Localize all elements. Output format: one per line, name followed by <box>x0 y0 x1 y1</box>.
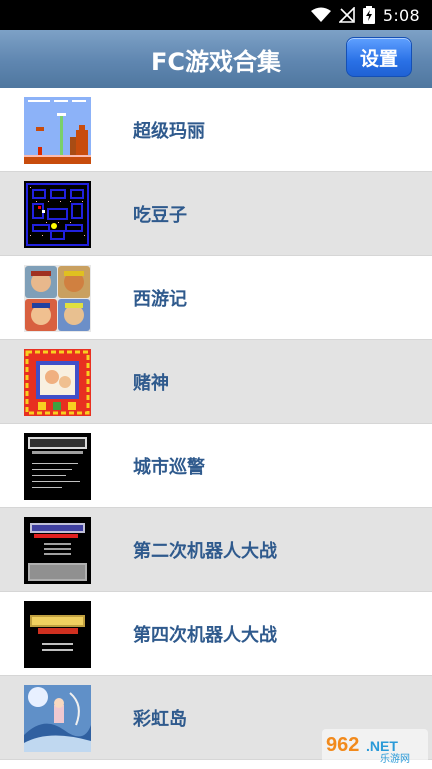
game-item-god-of-gamblers[interactable]: 赌神 <box>0 340 432 424</box>
game-item-super-robot-wars-2[interactable]: 第二次机器人大战 <box>0 508 432 592</box>
game-item-super-robot-wars-4[interactable]: 第四次机器人大战 <box>0 592 432 676</box>
game-thumbnail-super-robot-wars-2 <box>24 517 91 584</box>
game-name: 赌神 <box>133 373 169 394</box>
status-time: 5:08 <box>382 5 420 25</box>
game-thumbnail-rainbow-islands <box>24 685 91 752</box>
game-thumbnail-god-of-gamblers <box>24 349 91 416</box>
wifi-icon <box>310 7 331 23</box>
game-item-city-patrol[interactable]: 城市巡警 <box>0 424 432 508</box>
battery-charging-icon <box>362 6 375 24</box>
game-name: 第四次机器人大战 <box>133 625 277 646</box>
game-item-journey-west[interactable]: 西游记 <box>0 256 432 340</box>
svg-text:962: 962 <box>326 734 359 756</box>
no-signal-icon <box>338 7 355 23</box>
game-thumbnail-super-robot-wars-4 <box>24 601 91 668</box>
game-thumbnail-journey-west <box>24 265 91 332</box>
game-thumbnail-city-patrol <box>24 433 91 500</box>
game-name: 第二次机器人大战 <box>133 541 277 562</box>
game-item-super-mario[interactable]: 超级玛丽 <box>0 88 432 172</box>
game-thumbnail-super-mario <box>24 97 91 164</box>
svg-text:.NET: .NET <box>366 738 398 754</box>
game-list: 超级玛丽 吃豆子 西游记 赌神 城市巡警 第二次机器人大战 第四次机器人大战 彩… <box>0 88 432 760</box>
game-name: 西游记 <box>133 289 187 310</box>
svg-text:乐游网: 乐游网 <box>380 752 410 765</box>
watermark-logo: 962 .NET 乐游网 <box>322 729 428 765</box>
app-header: FC游戏合集 设置 <box>0 30 432 89</box>
game-name: 城市巡警 <box>133 457 205 478</box>
settings-button[interactable]: 设置 <box>346 37 412 77</box>
game-name: 吃豆子 <box>133 205 187 226</box>
game-name: 彩虹岛 <box>133 709 187 730</box>
game-name: 超级玛丽 <box>133 121 205 142</box>
game-item-pac-man[interactable]: 吃豆子 <box>0 172 432 256</box>
game-thumbnail-pac-man <box>24 181 91 248</box>
status-bar: 5:08 <box>0 0 432 30</box>
